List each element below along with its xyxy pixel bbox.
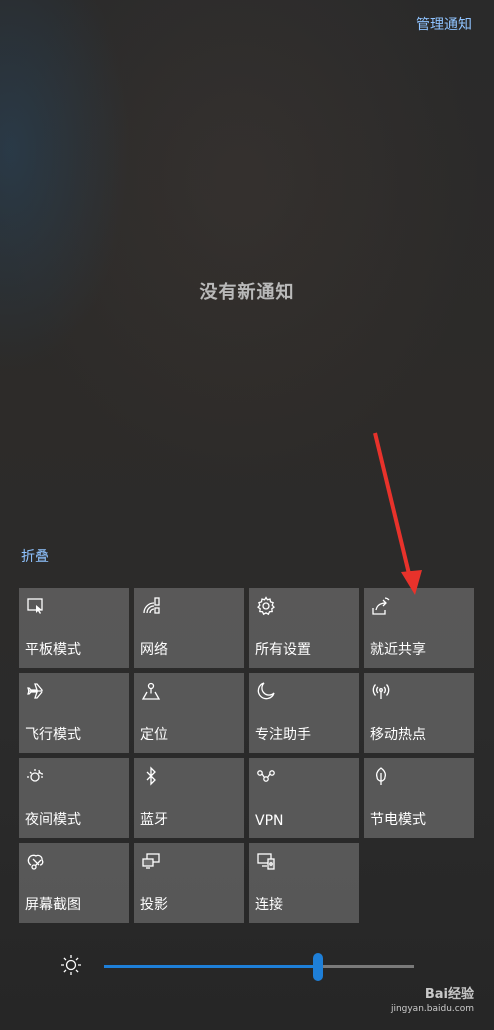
tile-tablet-mode[interactable]: 平板模式 [19, 588, 129, 668]
vpn-icon [255, 765, 277, 787]
tile-label: 就近共享 [370, 642, 426, 658]
tile-label: 连接 [255, 897, 283, 913]
brightness-slider-thumb[interactable] [312, 953, 323, 981]
collapse-link[interactable]: 折叠 [21, 546, 49, 566]
tile-label: 夜间模式 [25, 812, 81, 828]
night-light-icon [25, 765, 47, 787]
tile-battery-saver[interactable]: 节电模式 [364, 758, 474, 838]
tile-label: 飞行模式 [25, 727, 81, 743]
gear-icon [255, 595, 277, 617]
tile-label: 节电模式 [370, 812, 426, 828]
network-icon [140, 595, 162, 617]
no-notifications-text: 没有新通知 [199, 282, 295, 303]
tile-mobile-hotspot[interactable]: 移动热点 [364, 673, 474, 753]
brightness-control [56, 950, 416, 984]
manage-notifications-link[interactable]: 管理通知 [416, 14, 472, 34]
tile-focus-assist[interactable]: 专注助手 [249, 673, 359, 753]
nearby-share-icon [370, 595, 392, 617]
tablet-mode-icon [25, 595, 47, 617]
watermark-url: jingyan.baidu.com [390, 1004, 474, 1014]
tile-label: 移动热点 [370, 727, 426, 743]
tile-label: 投影 [140, 897, 168, 913]
tile-connect[interactable]: 连接 [249, 843, 359, 923]
tile-label: VPN [255, 813, 284, 829]
tile-label: 屏幕截图 [25, 897, 81, 913]
brightness-slider[interactable] [104, 953, 414, 981]
tile-label: 网络 [140, 642, 168, 658]
tile-vpn[interactable]: VPN [249, 758, 359, 838]
screen-snip-icon [25, 850, 47, 872]
tile-label: 平板模式 [25, 642, 81, 658]
connect-icon [255, 850, 277, 872]
quick-actions-grid: 平板模式 网络 所有设置 就近共享 飞行模式 定位 专注助手 移动热点 夜间模式… [19, 588, 474, 923]
watermark-brand: Bai经验 [424, 987, 474, 1002]
hotspot-icon [370, 680, 392, 702]
tile-screen-snip[interactable]: 屏幕截图 [19, 843, 129, 923]
tile-nearby-share[interactable]: 就近共享 [364, 588, 474, 668]
tile-night-light[interactable]: 夜间模式 [19, 758, 129, 838]
tile-bluetooth[interactable]: 蓝牙 [134, 758, 244, 838]
tile-all-settings[interactable]: 所有设置 [249, 588, 359, 668]
brightness-sun-icon [60, 954, 82, 976]
moon-icon [255, 680, 277, 702]
location-icon [140, 680, 162, 702]
project-icon [140, 850, 162, 872]
bluetooth-icon [140, 765, 162, 787]
battery-saver-icon [370, 765, 392, 787]
tile-project[interactable]: 投影 [134, 843, 244, 923]
tile-network[interactable]: 网络 [134, 588, 244, 668]
airplane-icon [25, 680, 47, 702]
tile-airplane-mode[interactable]: 飞行模式 [19, 673, 129, 753]
tile-label: 所有设置 [255, 642, 311, 658]
tile-label: 蓝牙 [140, 812, 168, 828]
brightness-slider-fill [104, 965, 318, 968]
baidu-watermark: Bai经验 jingyan.baidu.com [391, 988, 474, 1016]
tile-label: 专注助手 [255, 727, 311, 743]
tile-location[interactable]: 定位 [134, 673, 244, 753]
tile-label: 定位 [140, 727, 168, 743]
